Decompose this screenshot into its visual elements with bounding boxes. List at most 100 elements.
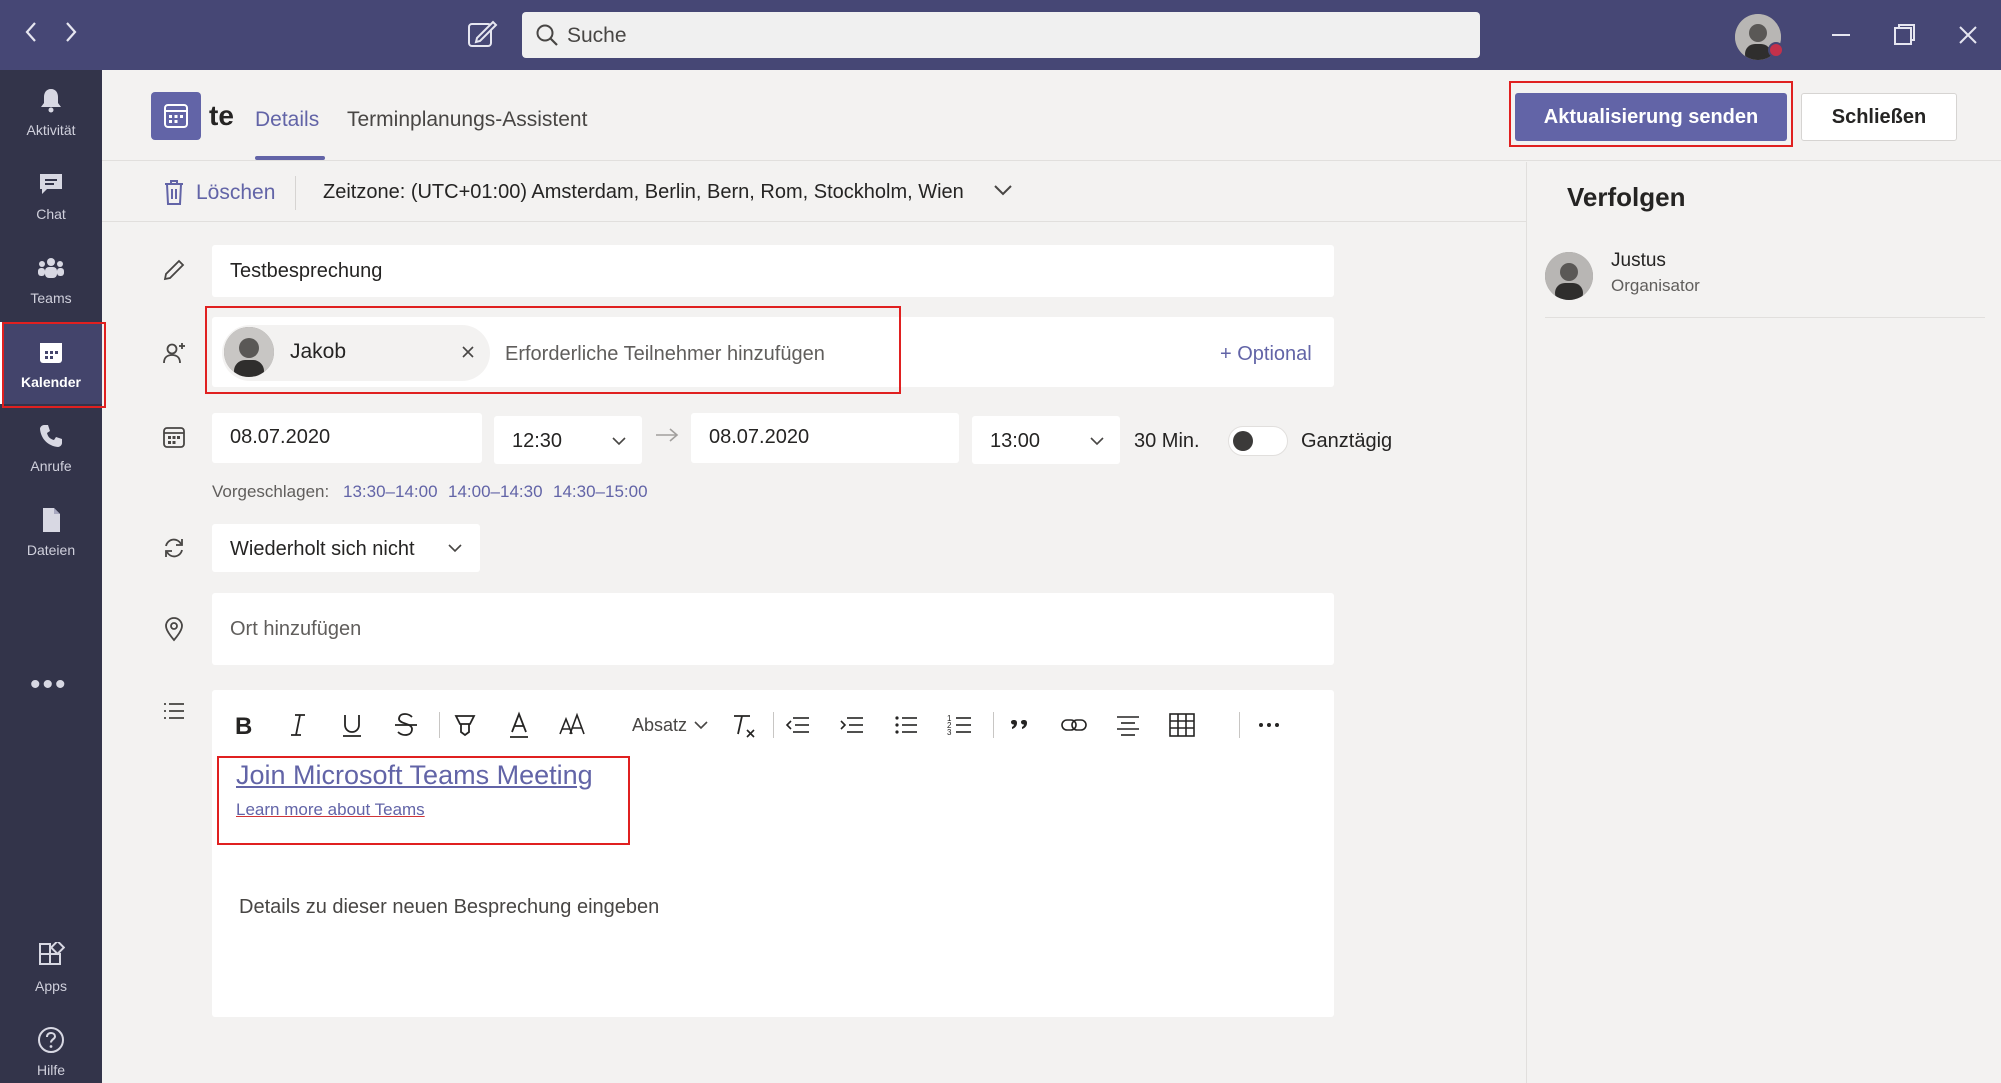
duration-label: 30 Min.: [1134, 430, 1200, 452]
rail-label: Chat: [36, 206, 66, 222]
tab-scheduling-assistant[interactable]: Terminplanungs-Assistent: [347, 108, 587, 132]
bold-icon: B: [235, 713, 252, 740]
font-size-icon: [559, 712, 585, 735]
divider: [295, 176, 296, 210]
restore-icon: [1894, 24, 1915, 45]
rail-item-apps[interactable]: Apps: [0, 926, 102, 1008]
link-button[interactable]: [1057, 708, 1091, 742]
font-size-button[interactable]: [556, 708, 590, 742]
teams-icon: [38, 258, 64, 278]
text-align-icon: [164, 703, 184, 719]
forward-button[interactable]: [62, 18, 80, 52]
optional-attendees-link[interactable]: + Optional: [1220, 343, 1312, 366]
bullet-list-button[interactable]: [889, 708, 923, 742]
table-button[interactable]: [1165, 708, 1199, 742]
chevron-down-icon: [1090, 437, 1104, 446]
send-highlight-frame: [1509, 81, 1793, 147]
description-editor[interactable]: B Absatz 123 Join Microsoft Teams Meetin…: [212, 690, 1334, 1017]
close-window-button[interactable]: [1953, 20, 1983, 50]
details-placeholder: Details zu dieser neuen Besprechung eing…: [239, 896, 660, 918]
allday-toggle[interactable]: [1228, 426, 1288, 456]
calendar-icon: [163, 427, 185, 448]
start-time-dropdown[interactable]: 12:30: [494, 416, 642, 464]
rail-label: Teams: [30, 290, 72, 306]
rail-item-teams[interactable]: Teams: [0, 238, 102, 320]
repeat-icon: [165, 538, 183, 558]
chat-icon: [40, 174, 62, 194]
join-link-highlight-frame: [217, 756, 630, 845]
font-color-button[interactable]: [502, 708, 536, 742]
more-options-button[interactable]: [1252, 708, 1286, 742]
close-button[interactable]: Schließen: [1801, 93, 1957, 141]
allday-label: Ganztägig: [1301, 430, 1393, 452]
more-apps-button[interactable]: •••: [30, 668, 68, 702]
apps-icon: [39, 942, 65, 965]
rail-label: Dateien: [26, 542, 76, 558]
maximize-button[interactable]: [1889, 20, 1919, 50]
link-icon: [1061, 719, 1087, 731]
strikethrough-icon: [395, 713, 417, 736]
bullet-list-icon: [895, 716, 917, 734]
calendar-highlight-frame: [2, 322, 106, 408]
attendees-highlight-frame: [205, 306, 901, 394]
bold-button[interactable]: B: [227, 708, 261, 742]
chevron-left-icon: [25, 22, 36, 42]
quote-button[interactable]: [1003, 708, 1037, 742]
title-field[interactable]: Testbesprechung: [212, 245, 1334, 297]
decrease-indent-button[interactable]: [781, 708, 815, 742]
rail-item-activity[interactable]: Aktivität: [0, 70, 102, 152]
location-placeholder: Ort hinzufügen: [230, 618, 362, 640]
rail-label: Apps: [35, 978, 67, 994]
rail-item-files[interactable]: Dateien: [0, 490, 102, 572]
timezone-dropdown[interactable]: Zeitzone: (UTC+01:00) Amsterdam, Berlin,…: [323, 181, 964, 204]
status-badge: [1768, 42, 1784, 58]
file-icon: [43, 508, 60, 532]
search-placeholder: Suche: [567, 24, 627, 47]
repeat-value: Wiederholt sich nicht: [230, 538, 415, 560]
align-button[interactable]: [1111, 708, 1145, 742]
rail-item-chat[interactable]: Chat: [0, 154, 102, 236]
start-date-field[interactable]: 08.07.2020: [212, 413, 482, 463]
numbered-list-icon: 123: [947, 714, 971, 737]
start-date: 08.07.2020: [230, 426, 331, 448]
page-title: te: [209, 100, 234, 131]
compose-button[interactable]: [463, 16, 501, 54]
active-tab-indicator: [255, 156, 325, 160]
chevron-down-icon: [612, 437, 626, 446]
font-color-icon: [510, 711, 528, 738]
italic-button[interactable]: [281, 708, 315, 742]
numbered-list-button[interactable]: 123: [943, 708, 977, 742]
trash-icon: [165, 180, 183, 205]
underline-icon: [343, 715, 361, 737]
chevron-right-icon: [66, 22, 77, 42]
outdent-icon: [785, 717, 809, 733]
suggested-slot[interactable]: 13:30–14:00: [343, 482, 438, 502]
increase-indent-button[interactable]: [835, 708, 869, 742]
end-date-field[interactable]: 08.07.2020: [691, 413, 959, 463]
suggested-slot[interactable]: 14:30–15:00: [553, 482, 648, 502]
delete-label: Löschen: [196, 181, 276, 204]
clear-format-button[interactable]: [726, 708, 760, 742]
search-input[interactable]: Suche: [522, 12, 1480, 58]
close-icon: [1959, 26, 1977, 44]
rail-item-calls[interactable]: Anrufe: [0, 406, 102, 488]
person-role: Organisator: [1611, 276, 1700, 295]
location-field[interactable]: Ort hinzufügen: [212, 593, 1334, 665]
suggested-slot[interactable]: 14:00–14:30: [448, 482, 543, 502]
back-button[interactable]: [22, 18, 40, 52]
toolbar-divider: [439, 712, 440, 738]
strikethrough-button[interactable]: [389, 708, 423, 742]
tab-details[interactable]: Details: [255, 108, 319, 132]
paragraph-dropdown[interactable]: Absatz: [632, 715, 687, 736]
start-time: 12:30: [512, 430, 563, 452]
location-icon: [165, 617, 183, 642]
highlight-button[interactable]: [448, 708, 482, 742]
minimize-button[interactable]: [1826, 20, 1856, 50]
clear-format-icon: [734, 715, 755, 738]
rail-item-help[interactable]: Hilfe: [0, 1010, 102, 1083]
highlight-icon: [454, 715, 476, 737]
repeat-dropdown[interactable]: Wiederholt sich nicht: [212, 524, 480, 572]
underline-button[interactable]: [335, 708, 369, 742]
end-time-dropdown[interactable]: 13:00: [972, 416, 1120, 464]
chevron-down-icon[interactable]: [992, 179, 1014, 201]
